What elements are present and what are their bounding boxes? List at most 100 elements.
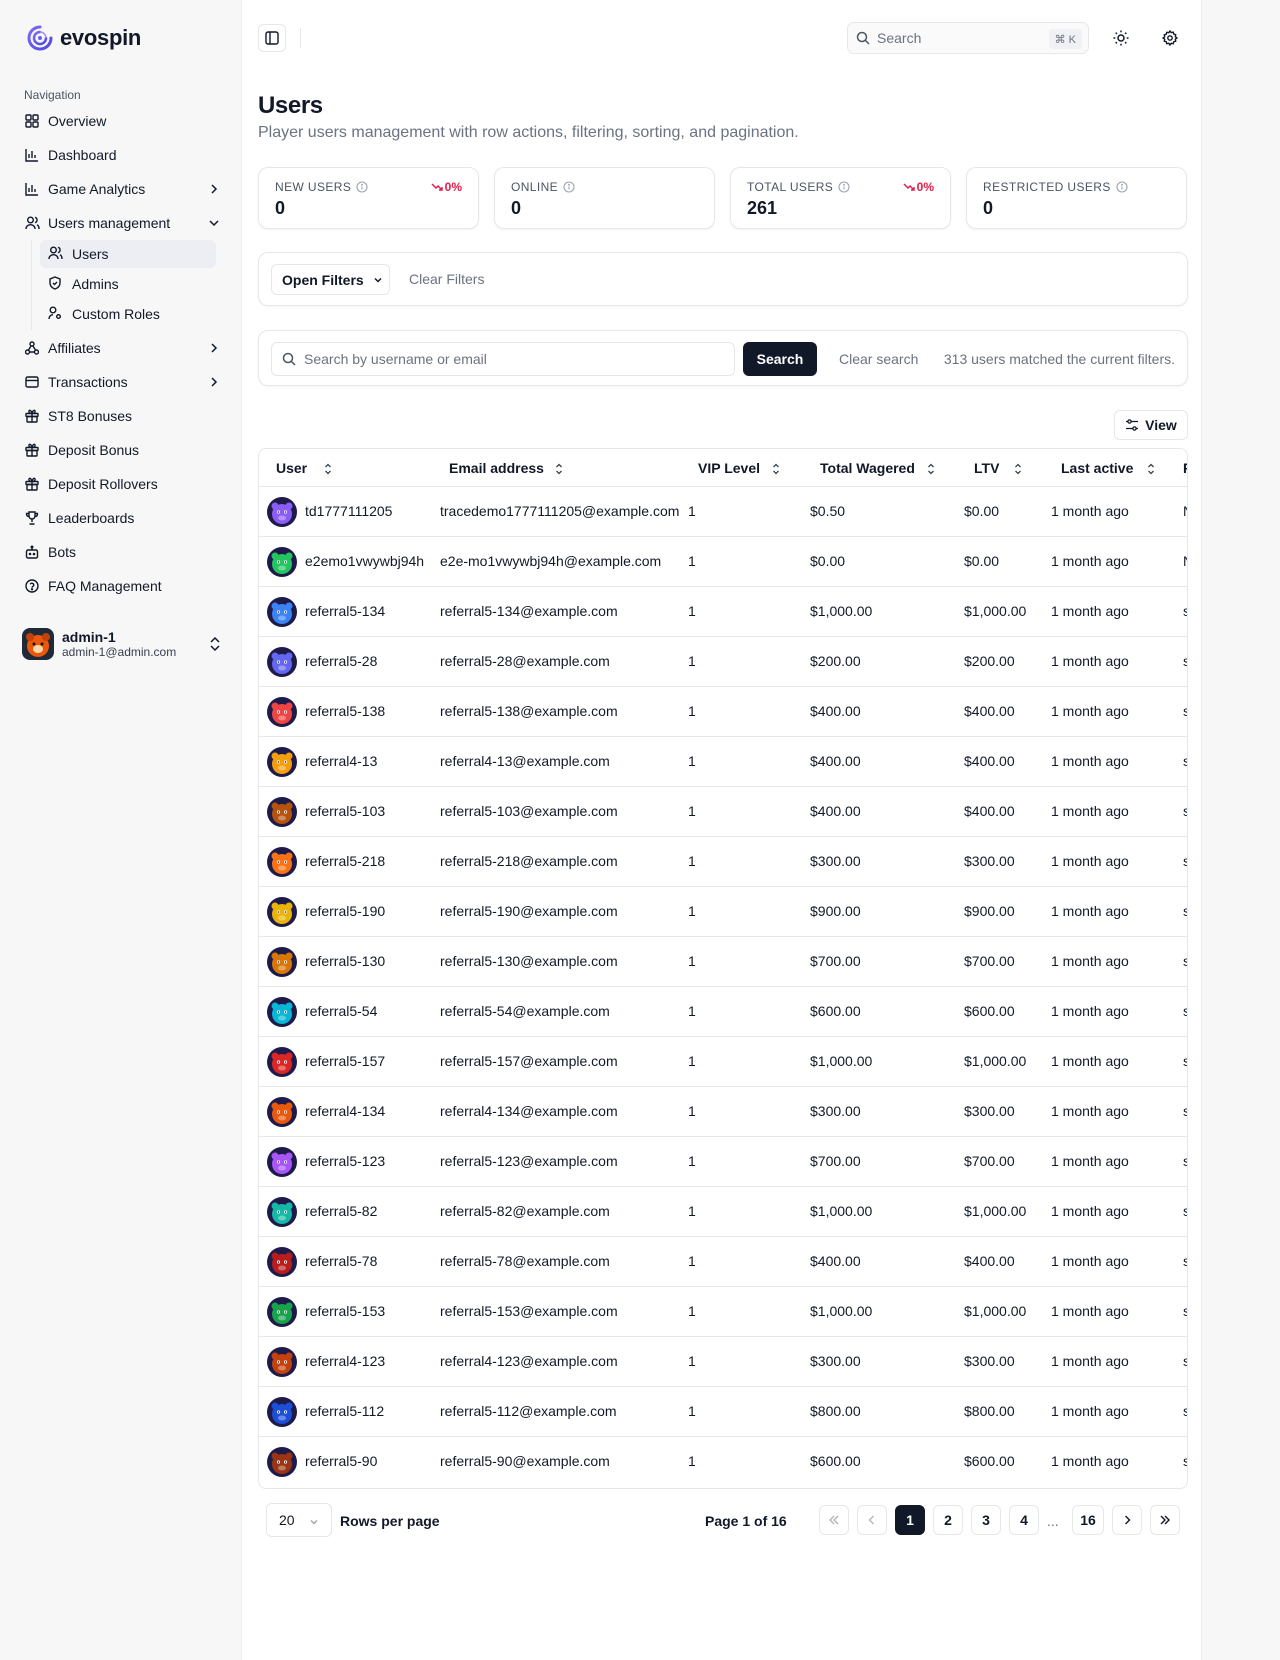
cell-username[interactable]: referral5-112 <box>305 1403 384 1419</box>
page-button-1[interactable]: 1 <box>895 1505 925 1535</box>
open-filters-button[interactable]: Open Filters <box>271 264 390 295</box>
sort-icon <box>556 463 562 475</box>
page-button-3[interactable]: 3 <box>971 1505 1001 1535</box>
sidebar-item-users-management[interactable]: Users management <box>18 209 230 237</box>
user-profile-menu[interactable]: admin-1 admin-1@admin.com <box>22 626 228 662</box>
sidebar-item-leaderboards[interactable]: Leaderboards <box>18 504 230 532</box>
first-page-button[interactable] <box>819 1505 849 1535</box>
global-search[interactable]: Search ⌘ K <box>847 22 1089 54</box>
sidebar-item-transactions[interactable]: Transactions <box>18 368 230 396</box>
page-button-4[interactable]: 4 <box>1009 1505 1039 1535</box>
cell-username[interactable]: referral5-123 <box>305 1153 385 1169</box>
sidebar-item-affiliates[interactable]: Affiliates <box>18 334 230 362</box>
table-row[interactable]: referral5-130 referral5-130@example.com 1 $… <box>259 937 1187 987</box>
clear-search-button[interactable]: Clear search <box>839 351 918 367</box>
sidebar-item-bots[interactable]: Bots <box>18 538 230 566</box>
view-options-button[interactable]: View <box>1114 410 1188 440</box>
table-row[interactable]: referral5-103 referral5-103@example.com 1 $… <box>259 787 1187 837</box>
sidebar-item-deposit-rollovers[interactable]: Deposit Rollovers <box>18 470 230 498</box>
info-icon[interactable] <box>563 181 575 193</box>
theme-toggle-button[interactable] <box>1107 24 1135 52</box>
sidebar-item-game-analytics[interactable]: Game Analytics <box>18 175 230 203</box>
gift-icon <box>24 408 40 424</box>
info-icon[interactable] <box>1116 181 1128 193</box>
cell-username[interactable]: referral5-82 <box>305 1203 377 1219</box>
cell-total-wagered: $0.00 <box>810 553 846 569</box>
table-row[interactable]: referral5-78 referral5-78@example.com 1 $40… <box>259 1237 1187 1287</box>
cell-username[interactable]: referral5-103 <box>305 803 385 819</box>
previous-page-button[interactable] <box>857 1505 887 1535</box>
table-row[interactable]: referral5-82 referral5-82@example.com 1 $1,… <box>259 1187 1187 1237</box>
cell-username[interactable]: e2emo1vwywbj94h <box>305 553 424 569</box>
column-header-user[interactable]: User <box>276 460 346 476</box>
sidebar-item-deposit-bonus[interactable]: Deposit Bonus <box>18 436 230 464</box>
cell-vip-level: 1 <box>688 503 696 519</box>
table-row[interactable]: referral5-190 referral5-190@example.com 1 $… <box>259 887 1187 937</box>
help-circle-icon <box>24 578 40 594</box>
sidebar-item-faq-management[interactable]: FAQ Management <box>18 572 230 600</box>
cell-username[interactable]: referral5-90 <box>305 1453 377 1469</box>
sidebar-subitem-admins[interactable]: Admins <box>40 270 216 298</box>
table-row[interactable]: td1777111205 tracedemo1777111205@example.… <box>259 487 1187 537</box>
cell-last-active: 1 month ago <box>1051 953 1129 969</box>
info-icon[interactable] <box>838 181 850 193</box>
cell-total-wagered: $1,000.00 <box>810 1203 873 1219</box>
table-row[interactable]: referral5-54 referral5-54@example.com 1 $60… <box>259 987 1187 1037</box>
stat-card-total-users: TOTAL USERS 0% 261 <box>730 167 951 229</box>
sidebar-subitem-users[interactable]: Users <box>40 240 216 268</box>
cell-username[interactable]: td1777111205 <box>305 503 392 519</box>
cell-username[interactable]: referral5-130 <box>305 953 385 969</box>
table-row[interactable]: referral5-218 referral5-218@example.com 1 $… <box>259 837 1187 887</box>
cell-username[interactable]: referral5-190 <box>305 903 385 919</box>
rows-per-page-select[interactable]: 20 <box>266 1503 332 1537</box>
user-avatar <box>267 547 297 577</box>
sidebar-item-dashboard[interactable]: Dashboard <box>18 141 230 169</box>
settings-button[interactable] <box>1156 24 1184 52</box>
sidebar-subitem-custom-roles[interactable]: Custom Roles <box>40 300 216 328</box>
cell-vip-level: 1 <box>688 703 696 719</box>
cell-username[interactable]: referral4-123 <box>305 1353 385 1369</box>
column-header-total-wagered[interactable]: Total Wagered <box>820 460 945 476</box>
cell-last-active: 1 month ago <box>1051 553 1129 569</box>
table-row[interactable]: referral5-138 referral5-138@example.com 1 $… <box>259 687 1187 737</box>
table-row[interactable]: referral5-153 referral5-153@example.com 1 $… <box>259 1287 1187 1337</box>
sidebar-item-st8-bonuses[interactable]: ST8 Bonuses <box>18 402 230 430</box>
brand-logo[interactable]: evospin <box>26 24 141 52</box>
table-row[interactable]: referral5-157 referral5-157@example.com 1 $… <box>259 1037 1187 1087</box>
column-header-email[interactable]: Email address <box>449 460 569 476</box>
table-row[interactable]: referral5-28 referral5-28@example.com 1 $20… <box>259 637 1187 687</box>
search-button[interactable]: Search <box>743 342 817 376</box>
info-icon[interactable] <box>356 181 368 193</box>
table-row[interactable]: referral4-123 referral4-123@example.com 1 $… <box>259 1337 1187 1387</box>
cell-username[interactable]: referral5-138 <box>305 703 385 719</box>
cell-username[interactable]: referral5-134 <box>305 603 385 619</box>
user-search-input[interactable]: Search by username or email <box>271 342 735 376</box>
table-row[interactable]: referral4-134 referral4-134@example.com 1 $… <box>259 1087 1187 1137</box>
table-row[interactable]: referral5-134 referral5-134@example.com 1 $… <box>259 587 1187 637</box>
column-header-vip-level[interactable]: VIP Level <box>698 460 788 476</box>
cell-username[interactable]: referral5-54 <box>305 1003 377 1019</box>
table-row[interactable]: referral5-90 referral5-90@example.com 1 $60… <box>259 1437 1187 1487</box>
table-row[interactable]: e2emo1vwywbj94h e2e-mo1vwywbj94h@example.… <box>259 537 1187 587</box>
next-page-button[interactable] <box>1112 1505 1142 1535</box>
cell-username[interactable]: referral5-153 <box>305 1303 385 1319</box>
cell-username[interactable]: referral5-157 <box>305 1053 385 1069</box>
cell-username[interactable]: referral4-134 <box>305 1103 385 1119</box>
page-info: Page 1 of 16 <box>705 1513 787 1529</box>
column-header-last-active[interactable]: Last active <box>1061 460 1166 476</box>
cell-username[interactable]: referral5-28 <box>305 653 377 669</box>
page-button-16[interactable]: 16 <box>1072 1505 1104 1535</box>
sidebar-toggle-button[interactable] <box>258 24 286 52</box>
page-button-2[interactable]: 2 <box>933 1505 963 1535</box>
table-row[interactable]: referral4-13 referral4-13@example.com 1 $40… <box>259 737 1187 787</box>
last-page-button[interactable] <box>1150 1505 1180 1535</box>
cell-username[interactable]: referral5-78 <box>305 1253 377 1269</box>
sidebar-item-overview[interactable]: Overview <box>18 107 230 135</box>
cell-username[interactable]: referral4-13 <box>305 753 377 769</box>
column-header-ltv[interactable]: LTV <box>974 460 1034 476</box>
table-row[interactable]: referral5-112 referral5-112@example.com 1 $… <box>259 1387 1187 1437</box>
cell-username[interactable]: referral5-218 <box>305 853 385 869</box>
rows-per-page-label: Rows per page <box>340 1513 440 1529</box>
clear-filters-button[interactable]: Clear Filters <box>409 271 484 287</box>
table-row[interactable]: referral5-123 referral5-123@example.com 1 $… <box>259 1137 1187 1187</box>
